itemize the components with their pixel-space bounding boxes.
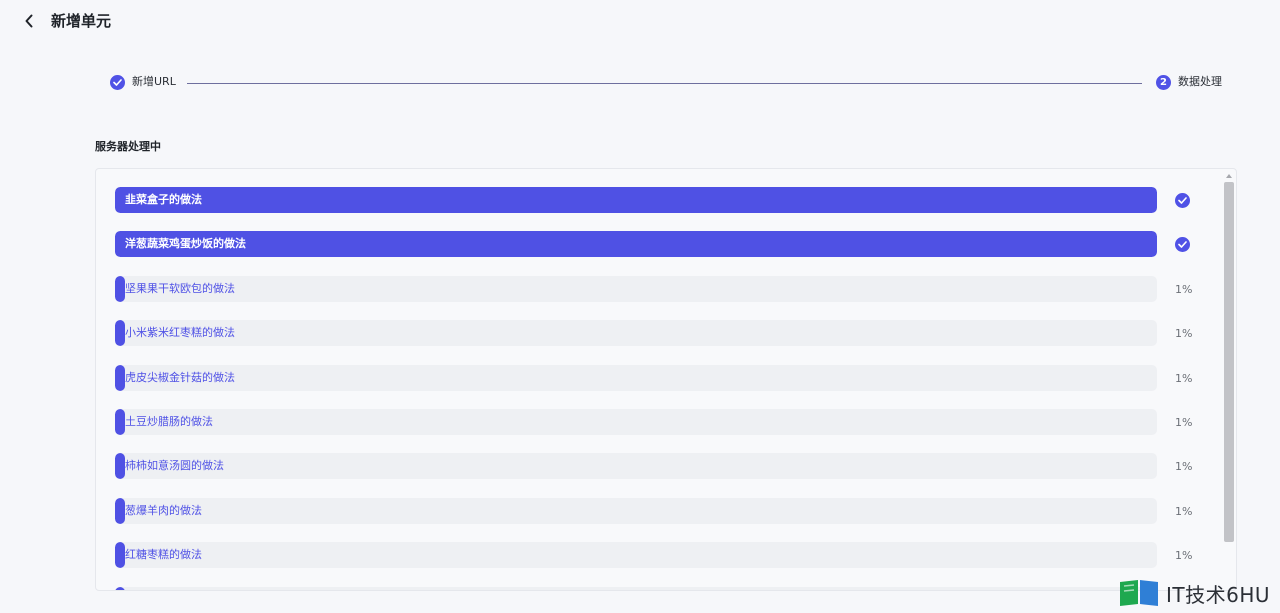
progress-track bbox=[115, 231, 1157, 257]
section-title: 服务器处理中 bbox=[95, 140, 161, 153]
task-status: 1% bbox=[1175, 409, 1205, 435]
header: 新增单元 bbox=[0, 0, 1280, 42]
task-row: 韭菜盒子的做法 bbox=[115, 187, 1205, 213]
task-row: 小米紫米红枣糕的做法 1% bbox=[115, 320, 1205, 346]
task-row: 柿柿如意汤圆的做法 1% bbox=[115, 453, 1205, 479]
chevron-left-icon bbox=[25, 14, 33, 28]
progress-percent: 1% bbox=[1175, 504, 1193, 518]
progress-percent: 1% bbox=[1175, 548, 1193, 562]
task-label: 坚果果干软欧包的做法 bbox=[125, 282, 235, 295]
task-row: 洋葱蔬菜鸡蛋炒饭的做法 bbox=[115, 231, 1205, 257]
book-logo-icon bbox=[1120, 580, 1158, 606]
progress-track bbox=[115, 542, 1157, 568]
task-status bbox=[1175, 187, 1205, 213]
progress-fill bbox=[115, 187, 1157, 213]
progress-track bbox=[115, 276, 1157, 302]
progress-fill bbox=[115, 453, 125, 479]
task-status: 1% bbox=[1175, 542, 1205, 568]
check-icon bbox=[110, 74, 125, 90]
progress-fill bbox=[115, 498, 125, 524]
progress-fill bbox=[115, 276, 125, 302]
task-label: 红糖枣糕的做法 bbox=[125, 548, 202, 561]
task-label: 虎皮尖椒金针菇的做法 bbox=[125, 371, 235, 384]
task-status: 1% bbox=[1175, 276, 1205, 302]
progress-track bbox=[115, 587, 1157, 590]
step-label: 新增URL bbox=[132, 75, 176, 88]
page: 新增单元 新增URL 2 数据处理 服务器处理中 韭菜盒子的做法洋葱蔬菜鸡蛋炒饭… bbox=[0, 0, 1280, 613]
progress-percent: 1% bbox=[1175, 326, 1193, 340]
progress-fill bbox=[115, 409, 125, 435]
progress-fill bbox=[115, 365, 125, 391]
task-row: 坚果果干软欧包的做法 1% bbox=[115, 276, 1205, 302]
task-row: 葱爆羊肉的做法 1% bbox=[115, 498, 1205, 524]
progress-track bbox=[115, 498, 1157, 524]
step-connector bbox=[187, 83, 1142, 84]
task-status bbox=[1175, 231, 1205, 257]
progress-percent: 1% bbox=[1175, 415, 1193, 429]
scrollbar-thumb[interactable] bbox=[1224, 182, 1234, 542]
scroll-up-arrow-icon[interactable] bbox=[1226, 174, 1232, 178]
task-label: 葱爆羊肉的做法 bbox=[125, 504, 202, 517]
back-button[interactable] bbox=[18, 10, 40, 32]
progress-percent: 1% bbox=[1175, 371, 1193, 385]
progress-track bbox=[115, 453, 1157, 479]
step-number: 2 bbox=[1156, 74, 1171, 90]
progress-fill bbox=[115, 542, 125, 568]
check-circle-icon bbox=[1175, 236, 1190, 252]
task-row bbox=[115, 587, 1205, 590]
progress-fill bbox=[115, 231, 1157, 257]
task-status: 1% bbox=[1175, 453, 1205, 479]
task-row: 红糖枣糕的做法 1% bbox=[115, 542, 1205, 568]
scrollbar[interactable] bbox=[1222, 172, 1236, 588]
progress-percent: 1% bbox=[1175, 282, 1193, 296]
watermark: IT技术6HU bbox=[1118, 578, 1270, 608]
progress-track bbox=[115, 187, 1157, 213]
task-list-panel[interactable]: 韭菜盒子的做法 洋葱蔬菜鸡蛋炒饭的做法 坚果果干软欧包的做法 1% 小米紫米红枣糕的做法… bbox=[95, 168, 1237, 591]
progress-fill bbox=[115, 320, 125, 346]
page-title: 新增单元 bbox=[51, 12, 112, 30]
task-label: 韭菜盒子的做法 bbox=[125, 193, 202, 206]
task-status: 1% bbox=[1175, 365, 1205, 391]
progress-fill bbox=[115, 587, 125, 590]
task-label: 柿柿如意汤圆的做法 bbox=[125, 459, 224, 472]
step-data-processing: 2 数据处理 bbox=[1156, 72, 1222, 92]
progress-percent: 1% bbox=[1175, 459, 1193, 473]
task-status: 1% bbox=[1175, 498, 1205, 524]
progress-track bbox=[115, 320, 1157, 346]
task-status: 1% bbox=[1175, 320, 1205, 346]
task-label: 土豆炒腊肠的做法 bbox=[125, 415, 213, 428]
task-label: 小米紫米红枣糕的做法 bbox=[125, 326, 235, 339]
task-label: 洋葱蔬菜鸡蛋炒饭的做法 bbox=[125, 237, 246, 250]
task-row: 虎皮尖椒金针菇的做法 1% bbox=[115, 365, 1205, 391]
step-label: 数据处理 bbox=[1178, 75, 1222, 88]
steps-indicator: 新增URL 2 数据处理 bbox=[110, 72, 1222, 94]
watermark-text: IT技术6HU bbox=[1166, 582, 1271, 607]
progress-track bbox=[115, 365, 1157, 391]
check-circle-icon bbox=[1175, 192, 1190, 208]
progress-track bbox=[115, 409, 1157, 435]
task-row: 土豆炒腊肠的做法 1% bbox=[115, 409, 1205, 435]
step-add-url: 新增URL bbox=[110, 72, 176, 92]
